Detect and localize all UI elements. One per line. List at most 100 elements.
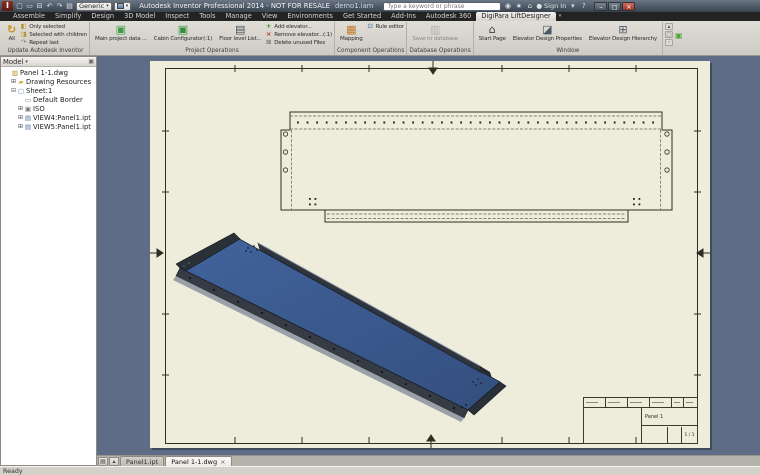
tree-item-default-border[interactable]: Default Border — [1, 95, 96, 104]
mapping-button[interactable]: Mapping — [337, 22, 366, 44]
open-file-icon[interactable]: ▭ — [25, 1, 34, 11]
tab-design[interactable]: Design — [86, 12, 119, 21]
drawing-view-front[interactable] — [275, 100, 685, 225]
tab-view[interactable]: View — [257, 12, 283, 21]
expand-icon[interactable] — [10, 78, 17, 85]
tab-manage[interactable]: Manage — [221, 12, 257, 21]
update-all-icon — [7, 23, 16, 36]
graphics-window[interactable]: Panel 1 1 / 1 — [97, 56, 760, 455]
ribbon-group-project-operations: Main project data ... Cabin Configurator… — [90, 22, 335, 55]
tab-digipara-liftdesigner[interactable]: DigiPara LiftDesigner — [476, 12, 555, 21]
group-label: Project Operations — [92, 47, 332, 55]
tab-environments[interactable]: Environments — [282, 12, 338, 21]
material-dropdown[interactable]: Generic ▾ — [76, 2, 112, 11]
close-button[interactable] — [622, 2, 635, 11]
document-list-icon[interactable]: ▤ — [98, 457, 108, 466]
only-selected-button[interactable]: Only selected — [20, 23, 87, 30]
sign-in-label: Sign In — [544, 2, 566, 10]
save-icon[interactable]: ⊟ — [35, 1, 44, 11]
title-block-icon — [24, 105, 32, 113]
panel-page-icon[interactable] — [665, 31, 673, 38]
tab-add-ins[interactable]: Add-Ins — [386, 12, 421, 21]
redo-icon[interactable]: ↷ — [55, 1, 64, 11]
tree-item-drawing-resources[interactable]: Drawing Resources — [1, 77, 96, 86]
exchange-apps-icon[interactable]: ▾ — [568, 2, 577, 10]
start-page-button[interactable]: Start Page — [476, 22, 509, 44]
tree-item-view4-panel1[interactable]: VIEW4:Panel1.ipt — [1, 113, 96, 122]
delete-unused-files-button[interactable]: Delete unused Files — [265, 39, 332, 46]
selected-with-children-icon — [20, 31, 27, 38]
tree-item-panel-dwg[interactable]: Panel 1-1.dwg — [1, 68, 96, 77]
undo-icon[interactable]: ↶ — [45, 1, 54, 11]
rule-editor-button[interactable]: Rule editor — [367, 23, 404, 30]
sign-in-button[interactable]: ● Sign In — [536, 2, 566, 10]
save-to-database-button[interactable]: Save to database — [409, 22, 461, 44]
tab-autodesk-360[interactable]: Autodesk 360 — [421, 12, 477, 21]
save-database-icon — [430, 23, 440, 36]
rule-editor-icon — [367, 23, 374, 30]
doc-tab-panel1-ipt[interactable]: Panel1.ipt — [120, 456, 164, 466]
tab-3d-model[interactable]: 3D Model — [119, 12, 160, 21]
add-elevator-button[interactable]: Add elevator... — [265, 23, 332, 30]
list-icon — [235, 23, 245, 36]
ribbon-utilities — [663, 22, 685, 55]
only-selected-icon — [20, 23, 27, 30]
repeat-last-button[interactable]: Repeat last — [20, 39, 87, 46]
appearance-dropdown[interactable]: ▾ — [114, 2, 132, 11]
ribbon-group-update-autodesk-inventor: All Only selected Selected with children… — [2, 22, 90, 55]
inventor-logo[interactable]: I — [2, 1, 13, 11]
options-icon[interactable] — [665, 39, 673, 46]
cube-icon — [116, 23, 126, 36]
tree-item-view5-panel1[interactable]: VIEW5:Panel1.ipt — [1, 122, 96, 131]
document-tabs-up-icon[interactable]: ▴ — [109, 457, 119, 466]
properties-icon — [542, 23, 552, 36]
elevator-design-hierarchy-button[interactable]: Elevator Design Hierarchy — [586, 22, 660, 44]
minimize-button[interactable] — [594, 2, 607, 11]
tree-item-sheet-1[interactable]: Sheet:1 — [1, 86, 96, 95]
drawing-sheet[interactable]: Panel 1 1 / 1 — [150, 61, 710, 448]
quick-access-toolbar: ▢ ▭ ⊟ ↶ ↷ ▤ — [15, 1, 74, 11]
search-binoculars-icon[interactable]: ◉ — [503, 2, 512, 10]
browser-options-icon[interactable]: ▣ — [88, 58, 94, 65]
title-block-sheet-number: 1 / 1 — [682, 427, 697, 443]
main-project-data-button[interactable]: Main project data ... — [92, 22, 150, 44]
dwg-file-icon — [11, 69, 19, 77]
tab-simplify[interactable]: Simplify — [50, 12, 86, 21]
cabin-configurator-button[interactable]: Cabin Configurator(:1) — [151, 22, 215, 44]
ribbon: All Only selected Selected with children… — [0, 21, 760, 56]
browser-header[interactable]: Model ▾ ▣ — [1, 57, 96, 67]
close-tab-icon[interactable] — [220, 458, 225, 466]
expand-icon[interactable] — [17, 114, 24, 121]
new-file-icon[interactable]: ▢ — [15, 1, 24, 11]
folder-icon — [17, 78, 25, 86]
tab-tools[interactable]: Tools — [194, 12, 220, 21]
tab-assemble[interactable]: Assemble — [8, 12, 50, 21]
search-input[interactable] — [383, 2, 501, 11]
chevron-down-icon: ▾ — [126, 3, 129, 10]
tab-get-started[interactable]: Get Started — [338, 12, 386, 21]
print-icon[interactable]: ▤ — [65, 1, 74, 11]
drawing-view-isometric[interactable] — [160, 226, 530, 441]
home-icon[interactable]: ⌂ — [525, 2, 534, 10]
title-block: Panel 1 1 / 1 — [583, 397, 698, 444]
tab-inspect[interactable]: Inspect — [160, 12, 194, 21]
maximize-button[interactable] — [608, 2, 621, 11]
tree-item-iso[interactable]: ISO — [1, 104, 96, 113]
plus-icon — [265, 23, 272, 30]
cube-icon — [178, 23, 188, 36]
all-button[interactable]: All — [4, 22, 19, 44]
doc-tab-panel1-dwg[interactable]: Panel 1-1.dwg — [165, 456, 231, 466]
help-icon[interactable]: ? — [579, 2, 588, 10]
expand-icon[interactable] — [17, 105, 24, 112]
collapse-ribbon-icon[interactable] — [665, 23, 673, 30]
elevator-design-properties-button[interactable]: Elevator Design Properties — [510, 22, 585, 44]
collapse-icon[interactable] — [10, 87, 17, 94]
favorites-star-icon[interactable]: ★ — [514, 2, 523, 10]
selected-with-children-button[interactable]: Selected with children — [20, 31, 87, 38]
ribbon-display-options-icon[interactable]: ▾ — [556, 12, 565, 21]
home-icon — [489, 23, 496, 36]
remove-elevator-button[interactable]: Remove elevator...(:1) — [265, 31, 332, 38]
browser-tree: Panel 1-1.dwg Drawing Resources Sheet:1 … — [1, 67, 96, 132]
expand-icon[interactable] — [17, 123, 24, 130]
floor-level-list-button[interactable]: Floor level List... — [216, 22, 264, 44]
